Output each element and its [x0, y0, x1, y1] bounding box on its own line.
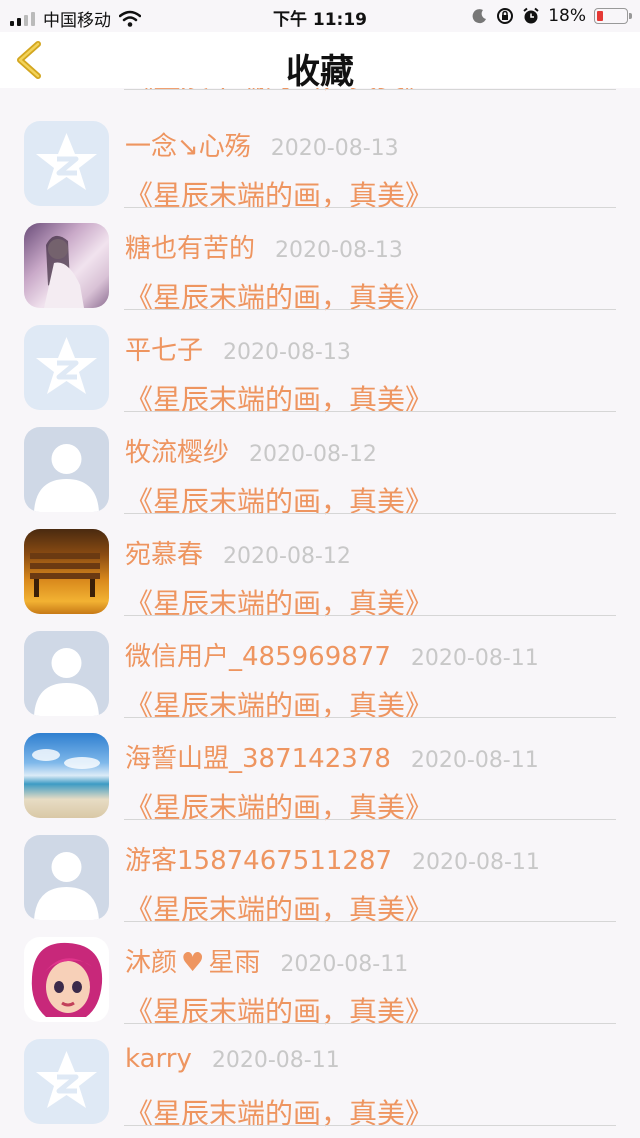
- user-name: karry: [125, 1044, 192, 1074]
- rotation-lock-icon: [497, 8, 514, 24]
- nav-bar: 收藏: [0, 32, 640, 92]
- list-item[interactable]: 沐颜 ♥ 星雨 2020-08-11 《星辰末端的画，真美》: [0, 920, 640, 1028]
- qq-star-icon: [36, 1051, 97, 1108]
- user-name: 牧流樱纱: [125, 438, 230, 468]
- cartoon-girl-icon: [31, 942, 103, 1017]
- user-name: 一念↘心殇: [125, 132, 251, 162]
- avatar: [24, 325, 109, 410]
- comment-text: 《星辰末端的画，真美》: [125, 1097, 434, 1130]
- user-name: 宛慕春: [125, 540, 204, 570]
- user-name: 糖也有苦的: [125, 234, 256, 264]
- list-item[interactable]: 海誓山盟_387142378 2020-08-11 《星辰末端的画，真美》: [0, 716, 640, 824]
- divider: [124, 1125, 616, 1126]
- date-text: 2020-08-11: [412, 850, 540, 875]
- avatar: [24, 427, 109, 512]
- qq-star-icon: [36, 337, 97, 394]
- default-person-icon: [34, 648, 99, 716]
- autumn-bench-icon: [30, 553, 100, 597]
- moon-icon: [472, 9, 487, 24]
- avatar: [24, 835, 109, 920]
- date-text: 2020-08-11: [211, 1048, 340, 1073]
- list-item[interactable]: 宛慕春 2020-08-12 《星辰末端的画，真美》: [0, 512, 640, 620]
- date-text: 2020-08-13: [223, 340, 351, 365]
- date-text: 2020-08-13: [275, 238, 403, 263]
- date-text: 2020-08-11: [410, 748, 539, 773]
- date-text: 2020-08-11: [280, 952, 409, 977]
- user-name: 微信用户_485969877: [125, 642, 391, 672]
- beach-icon: [32, 749, 100, 769]
- user-name: 平七子: [125, 336, 204, 366]
- user-name-part: 星雨: [208, 948, 261, 978]
- alarm-icon: [523, 7, 539, 24]
- avatar: [24, 529, 109, 614]
- user-name: 海誓山盟_387142378: [125, 744, 391, 774]
- date-text: 2020-08-13: [270, 136, 399, 161]
- date-text: 2020-08-12: [249, 442, 377, 467]
- status-bar: 中国移动 下午 11:19 18%: [0, 0, 640, 32]
- default-person-icon: [34, 852, 99, 920]
- battery-percent: 18%: [548, 6, 586, 26]
- list-item[interactable]: 糖也有苦的 2020-08-13 《星辰末端的画，真美》: [0, 206, 640, 314]
- list-item[interactable]: 游客1587467511287 2020-08-11 《星辰末端的画，真美》: [0, 818, 640, 926]
- list-item[interactable]: 牧流樱纱 2020-08-12 《星辰末端的画，真美》: [0, 410, 640, 518]
- page-title: 收藏: [286, 52, 354, 92]
- avatar: [24, 937, 109, 1022]
- avatar: [24, 733, 109, 818]
- list-item[interactable]: karry 2020-08-11 《星辰末端的画，真美》: [0, 1022, 640, 1130]
- avatar: [24, 631, 109, 716]
- date-text: 2020-08-12: [223, 544, 351, 569]
- default-person-icon: [34, 444, 99, 512]
- avatar: [24, 121, 109, 206]
- heart-icon: ♥: [181, 948, 205, 978]
- battery-icon: [594, 8, 632, 24]
- avatar: [24, 1039, 109, 1124]
- date-text: 2020-08-11: [410, 646, 539, 671]
- user-name: 游客1587467511287: [125, 846, 393, 876]
- list-item[interactable]: 平七子 2020-08-13 《星辰末端的画，真美》: [0, 308, 640, 416]
- list-item[interactable]: 一念↘心殇 2020-08-13 《星辰末端的画，真美》: [0, 104, 640, 212]
- avatar: [24, 223, 109, 308]
- qq-star-icon: [36, 133, 97, 190]
- user-name-part: 沐颜: [125, 948, 178, 978]
- list-item[interactable]: 微信用户_485969877 2020-08-11 《星辰末端的画，真美》: [0, 614, 640, 722]
- anime-girl-icon: [44, 235, 84, 308]
